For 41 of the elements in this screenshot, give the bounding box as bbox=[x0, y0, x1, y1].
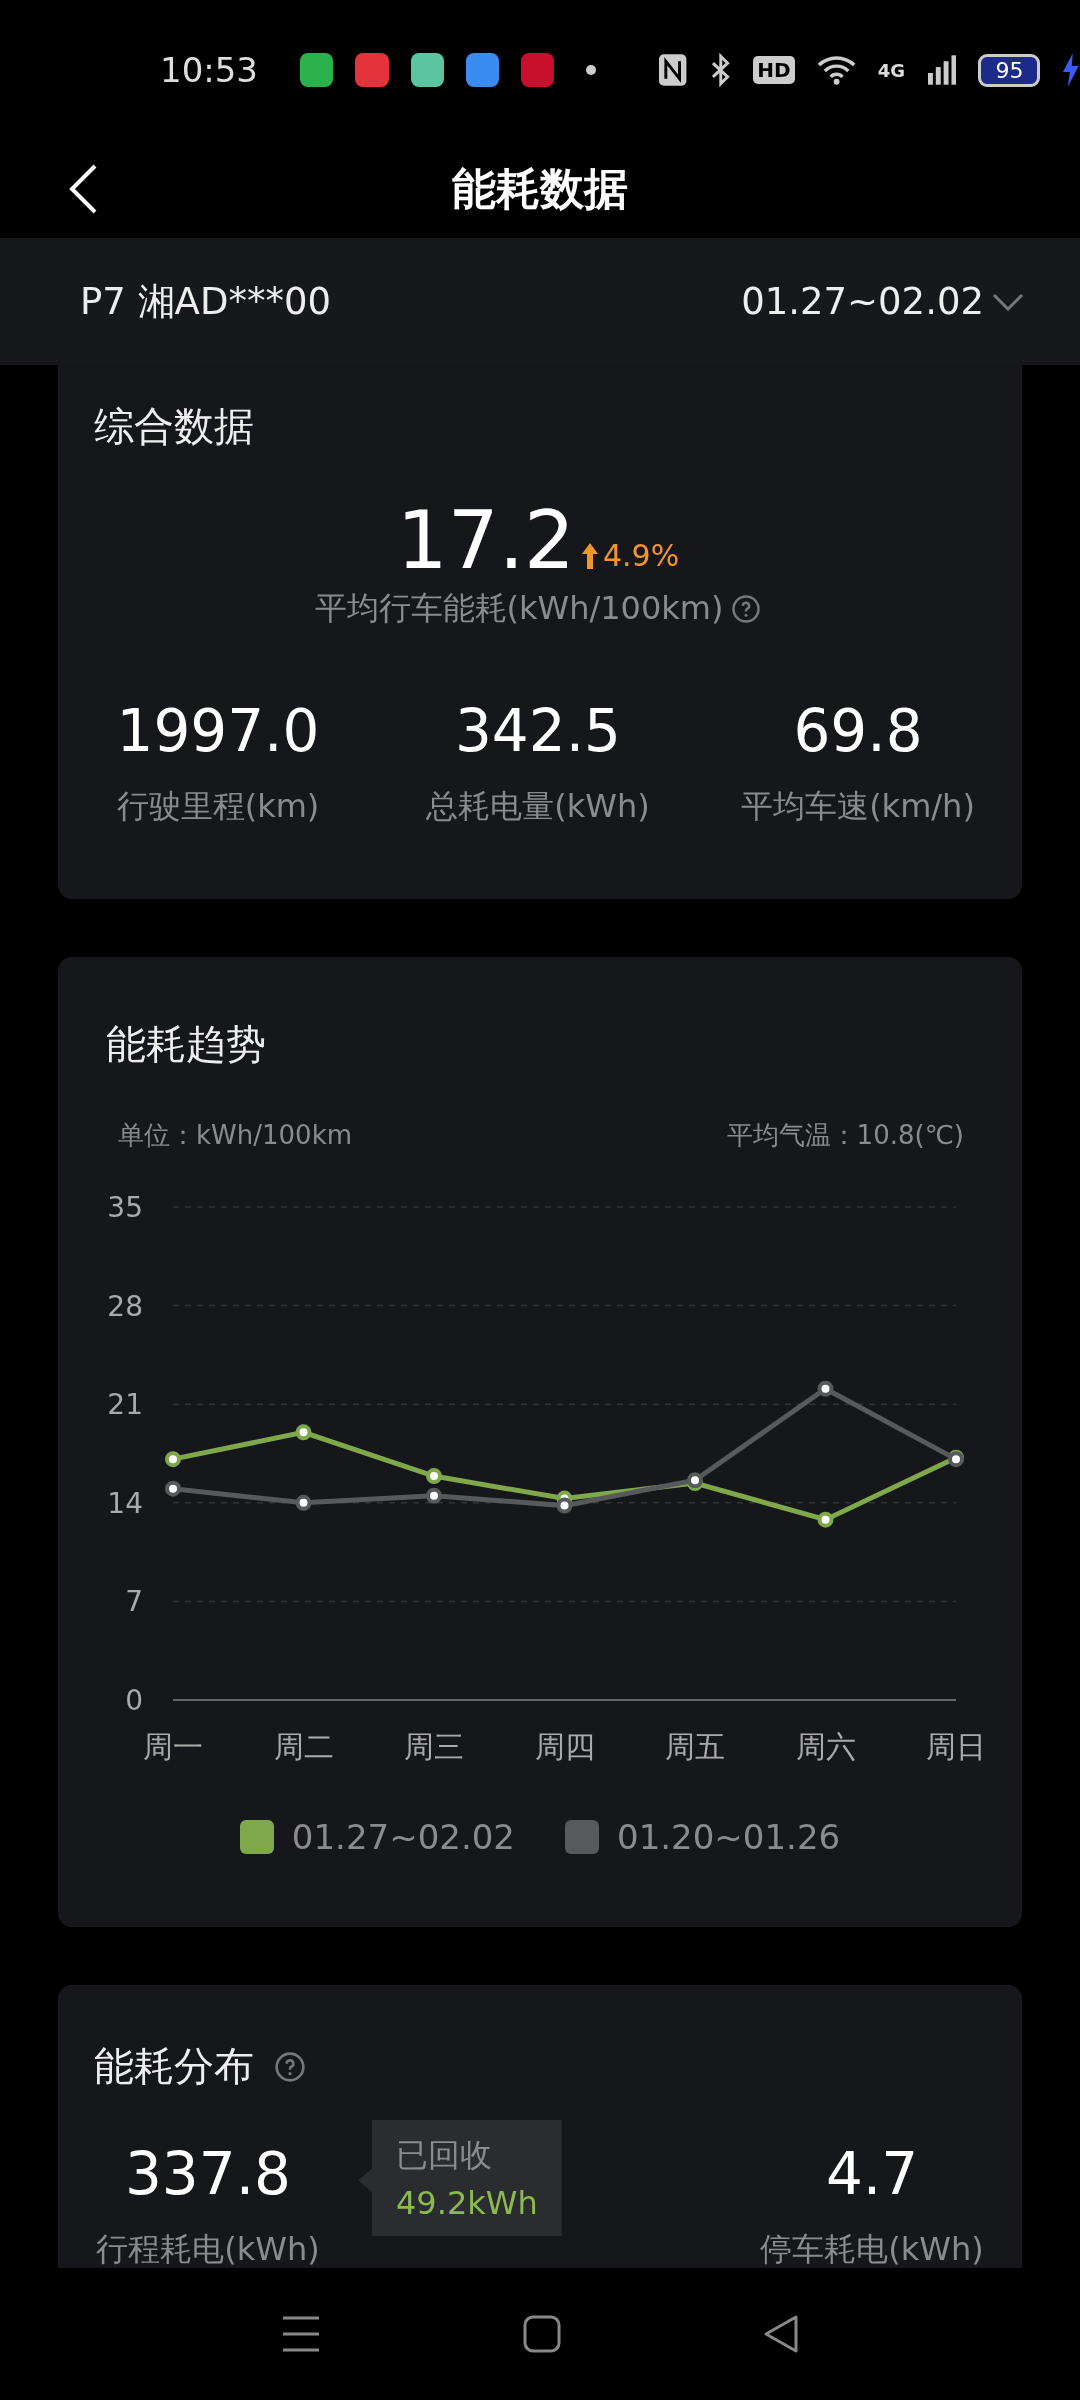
y-tick-label: 35 bbox=[107, 1191, 143, 1224]
y-tick-label: 28 bbox=[107, 1289, 143, 1323]
battery-level: 95 bbox=[978, 53, 1041, 87]
y-tick-label: 0 bbox=[125, 1684, 143, 1717]
stat-label: 行程耗电(kWh) bbox=[96, 2229, 320, 2268]
vehicle-name: P7 湘AD***00 bbox=[80, 278, 331, 325]
average-consumption-value: 17.2 bbox=[396, 494, 575, 587]
legend-label: 01.27~02.02 bbox=[291, 1817, 515, 1857]
network-label: 4G bbox=[877, 59, 905, 81]
page-title: 能耗数据 bbox=[452, 161, 628, 216]
y-tick-label: 7 bbox=[125, 1585, 143, 1619]
hd-badge: HD bbox=[753, 56, 795, 84]
x-tick-label: 周四 bbox=[534, 1729, 595, 1764]
unit-label: 单位：kWh/100km bbox=[118, 1119, 352, 1152]
tooltip-value: 49.2kWh bbox=[396, 2184, 538, 2222]
stat-value: 342.5 bbox=[454, 697, 621, 765]
x-tick-label: 周五 bbox=[665, 1729, 725, 1764]
tooltip-label: 已回收 bbox=[396, 2135, 493, 2176]
stat-value: 69.8 bbox=[793, 697, 923, 765]
x-tick-label: 周三 bbox=[404, 1729, 464, 1764]
x-tick-label: 周二 bbox=[273, 1729, 334, 1764]
x-tick-label: 周一 bbox=[143, 1729, 203, 1764]
card-title: 能耗分布 bbox=[94, 2042, 254, 2091]
y-tick-label: 14 bbox=[107, 1486, 143, 1520]
stat-value: 337.8 bbox=[124, 2140, 291, 2208]
x-tick-label: 周六 bbox=[795, 1729, 856, 1764]
stat-label: 总耗电量(kWh) bbox=[426, 786, 650, 827]
x-tick-label: 周日 bbox=[926, 1729, 986, 1764]
card-title: 综合数据 bbox=[93, 402, 255, 451]
stat-label: 停车耗电(kWh) bbox=[760, 2229, 984, 2268]
stat-value: 4.7 bbox=[825, 2140, 919, 2208]
stat-label: 平均车速(km/h) bbox=[741, 786, 975, 827]
card-title: 能耗趋势 bbox=[105, 1020, 267, 1069]
status-time: 10:53 bbox=[160, 50, 258, 90]
y-tick-label: 21 bbox=[107, 1388, 143, 1422]
average-consumption-label: 平均行车能耗(kWh/100km) bbox=[314, 588, 724, 629]
temperature-label: 平均气温：10.8(℃) bbox=[726, 1119, 964, 1152]
change-percent: 4.9% bbox=[580, 538, 680, 573]
legend-label: 01.20~01.26 bbox=[617, 1817, 841, 1857]
stat-label: 行驶里程(km) bbox=[116, 786, 320, 827]
stat-value: 1997.0 bbox=[116, 697, 320, 765]
